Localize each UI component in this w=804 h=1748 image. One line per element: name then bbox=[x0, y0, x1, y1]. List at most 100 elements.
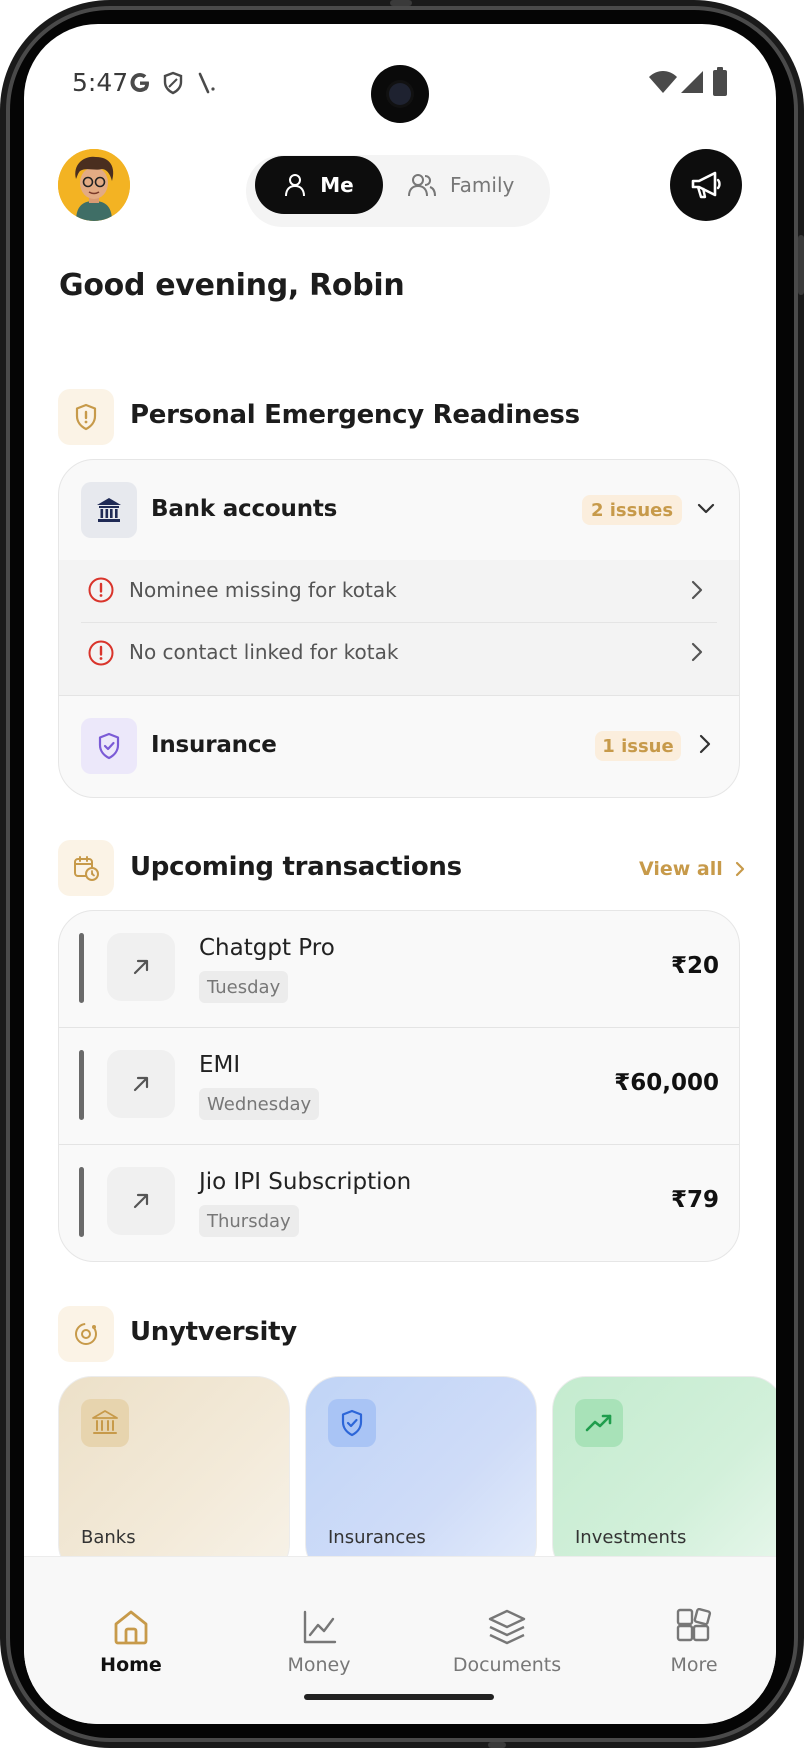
tile-icon-box bbox=[81, 1399, 129, 1447]
readiness-card: Bank accounts 2 issues Nominee missing f… bbox=[58, 459, 740, 798]
transaction-day: Tuesday bbox=[199, 971, 289, 1003]
orbit-icon bbox=[75, 1323, 97, 1345]
chevron-down-icon[interactable] bbox=[695, 498, 717, 520]
bank-accounts-row[interactable]: Bank accounts 2 issues bbox=[59, 460, 739, 560]
transaction-indicator bbox=[79, 933, 84, 1003]
tile-banks[interactable]: Banks bbox=[58, 1376, 290, 1578]
greeting-heading: Good evening, Robin bbox=[59, 268, 405, 303]
transaction-amount: ₹79 bbox=[670, 1187, 719, 1213]
cell-signal-icon bbox=[681, 71, 703, 93]
segment-family-label: Family bbox=[450, 173, 515, 197]
tile-label: Investments bbox=[575, 1527, 687, 1548]
nav-item-documents[interactable]: Documents bbox=[432, 1608, 582, 1676]
issue-row-contact[interactable]: No contact linked for kotak bbox=[59, 623, 739, 685]
google-g-icon bbox=[130, 73, 149, 92]
nav-item-money[interactable]: Money bbox=[244, 1608, 394, 1676]
issue-text: No contact linked for kotak bbox=[129, 640, 399, 664]
insurance-icon-box bbox=[81, 718, 137, 774]
transaction-icon-box bbox=[107, 1167, 175, 1235]
transaction-day: Wednesday bbox=[199, 1088, 320, 1120]
tile-icon-box bbox=[328, 1399, 376, 1447]
alert-circle-icon bbox=[88, 640, 114, 666]
status-time: 5:47 bbox=[72, 68, 129, 97]
bottom-port bbox=[488, 1742, 506, 1748]
transactions-section-icon bbox=[58, 840, 114, 896]
transaction-row[interactable]: Chatgpt Pro Tuesday ₹20 bbox=[59, 911, 739, 1027]
nav-label: More bbox=[670, 1654, 718, 1676]
transaction-name: EMI bbox=[199, 1052, 241, 1078]
announcements-button[interactable] bbox=[670, 149, 742, 221]
nav-label: Money bbox=[287, 1654, 351, 1676]
segment-me-button[interactable]: Me bbox=[255, 156, 383, 214]
segment-family-button[interactable]: Family bbox=[408, 156, 532, 214]
arrow-up-right-icon bbox=[133, 1076, 149, 1092]
trending-up-icon bbox=[585, 1414, 612, 1432]
wifi-icon bbox=[649, 71, 677, 93]
alert-circle-icon bbox=[88, 577, 114, 603]
transaction-indicator bbox=[79, 1167, 84, 1237]
layers-icon bbox=[488, 1609, 526, 1645]
transaction-day: Thursday bbox=[199, 1205, 299, 1237]
transactions-card: Chatgpt Pro Tuesday ₹20 EMI Wednesday ₹6… bbox=[58, 910, 740, 1262]
chart-line-icon bbox=[303, 1610, 337, 1644]
nav-item-home[interactable]: Home bbox=[56, 1608, 206, 1676]
bank-icon bbox=[92, 1410, 118, 1434]
signal-slash-icon bbox=[198, 72, 215, 94]
transaction-icon-box bbox=[107, 1050, 175, 1118]
insurance-label: Insurance bbox=[151, 732, 277, 758]
nav-label: Home bbox=[100, 1654, 162, 1676]
transaction-indicator bbox=[79, 1050, 84, 1120]
transaction-name: Chatgpt Pro bbox=[199, 935, 335, 961]
nav-label: Documents bbox=[452, 1654, 562, 1676]
bank-accounts-label: Bank accounts bbox=[151, 496, 338, 522]
battery-icon bbox=[713, 67, 727, 96]
app-screen: 5:47 Me Family Good evening, Robin Perso… bbox=[24, 24, 776, 1724]
chevron-right-icon bbox=[699, 734, 711, 754]
home-icon bbox=[114, 1610, 148, 1645]
tile-icon-box bbox=[575, 1399, 623, 1447]
unytversity-title: Unytversity bbox=[130, 1317, 297, 1347]
chevron-right-icon bbox=[735, 861, 744, 877]
front-camera bbox=[371, 65, 429, 123]
readiness-section-icon bbox=[58, 389, 114, 445]
megaphone-icon bbox=[691, 171, 721, 199]
nav-item-more[interactable]: More bbox=[619, 1608, 769, 1676]
tile-insurances[interactable]: Insurances bbox=[305, 1376, 537, 1578]
bank-icon bbox=[97, 498, 121, 522]
insurance-row[interactable]: Insurance 1 issue bbox=[59, 696, 739, 797]
transaction-name: Jio IPI Subscription bbox=[199, 1169, 412, 1195]
bank-icon-box bbox=[81, 482, 137, 538]
view-all-label: View all bbox=[639, 858, 723, 880]
tile-label: Insurances bbox=[328, 1527, 426, 1548]
avatar[interactable] bbox=[58, 149, 130, 221]
arrow-up-right-icon bbox=[133, 1193, 149, 1209]
tile-label: Banks bbox=[81, 1527, 136, 1548]
shield-check-icon bbox=[98, 732, 120, 760]
chevron-right-icon bbox=[691, 642, 703, 662]
shield-check-icon bbox=[341, 1409, 363, 1437]
people-icon bbox=[408, 174, 436, 197]
transaction-amount: ₹20 bbox=[670, 953, 719, 979]
transaction-amount: ₹60,000 bbox=[614, 1070, 719, 1096]
transaction-row[interactable]: EMI Wednesday ₹60,000 bbox=[59, 1028, 739, 1144]
transaction-row[interactable]: Jio IPI Subscription Thursday ₹79 bbox=[59, 1145, 739, 1261]
readiness-title: Personal Emergency Readiness bbox=[130, 400, 580, 430]
grid-plus-icon bbox=[676, 1608, 712, 1642]
home-indicator bbox=[304, 1694, 494, 1700]
insurance-issue-badge: 1 issue bbox=[595, 731, 681, 761]
segment-me-label: Me bbox=[320, 173, 354, 197]
volume-button bbox=[798, 235, 804, 295]
unytversity-section-icon bbox=[58, 1306, 114, 1362]
issue-row-nominee[interactable]: Nominee missing for kotak bbox=[59, 560, 739, 622]
view-all-link[interactable]: View all bbox=[639, 858, 747, 880]
shield-icon bbox=[163, 71, 183, 95]
chevron-right-icon bbox=[691, 580, 703, 600]
bank-issues-badge: 2 issues bbox=[582, 495, 682, 525]
top-sensor bbox=[390, 0, 412, 6]
arrow-up-right-icon bbox=[133, 959, 149, 975]
tile-investments[interactable]: Investments bbox=[552, 1376, 776, 1578]
calendar-clock-icon bbox=[74, 856, 99, 881]
avatar-illustration bbox=[58, 149, 130, 221]
transactions-title: Upcoming transactions bbox=[130, 852, 462, 882]
issue-text: Nominee missing for kotak bbox=[129, 578, 397, 602]
